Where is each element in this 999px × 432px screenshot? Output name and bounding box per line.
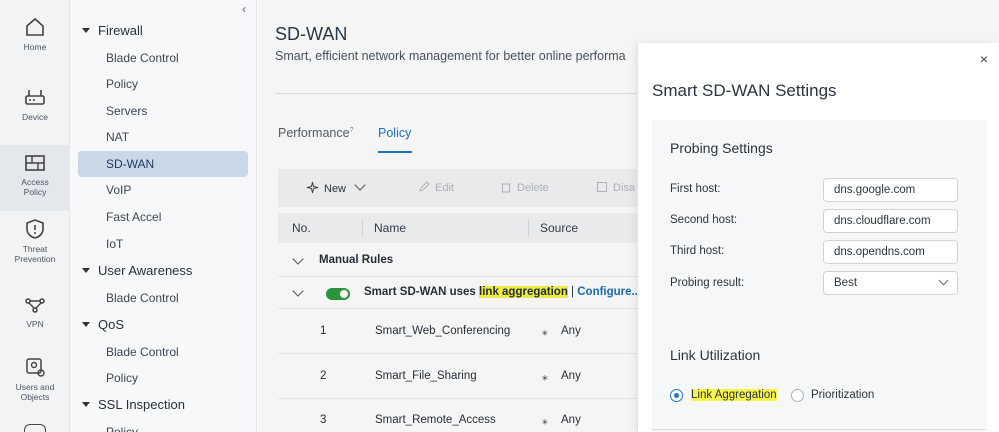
tree-item-fast-accel[interactable]: Fast Accel xyxy=(78,204,248,230)
tree-group-label: QoS xyxy=(98,317,125,332)
rail-access-policy[interactable]: Access Policy xyxy=(0,145,70,211)
link-aggregation-label[interactable]: Link Aggregation xyxy=(691,389,777,401)
tree-group-label: User Awareness xyxy=(98,263,193,278)
rail-label: Home xyxy=(23,42,47,52)
router-icon xyxy=(25,90,45,105)
tree-item-policy[interactable]: Policy xyxy=(78,71,248,97)
caret-down-icon xyxy=(82,322,90,327)
caret-down-icon xyxy=(82,28,90,33)
rail-label: Threat Prevention xyxy=(14,244,56,264)
divider xyxy=(652,429,986,430)
tree-item-iot[interactable]: IoT xyxy=(78,231,248,257)
firewall-icon xyxy=(25,155,45,171)
home-icon xyxy=(26,17,44,36)
smart-sdwan-settings-modal: × Smart SD-WAN Settings Probing Settings… xyxy=(637,43,999,432)
tree-item-ua-blade-control[interactable]: Blade Control xyxy=(78,285,248,311)
third-host-input[interactable]: dns.opendns.com xyxy=(823,240,958,264)
section-heading-probing: Probing Settings xyxy=(670,140,773,156)
tree-item-ssl-policy[interactable]: Policy xyxy=(78,419,248,432)
caret-down-icon xyxy=(82,402,90,407)
tree-item-servers[interactable]: Servers xyxy=(78,98,248,124)
second-host-input[interactable]: dns.cloudflare.com xyxy=(823,209,958,233)
chevron-down-icon xyxy=(938,275,949,286)
second-host-label: Second host: xyxy=(670,214,738,226)
tree-item-blade-control[interactable]: Blade Control xyxy=(78,45,248,71)
icon-rail: Home Device Access Policy Threat Prevent… xyxy=(0,0,70,432)
shield-icon xyxy=(26,219,44,239)
rail-home[interactable]: Home xyxy=(0,16,70,52)
first-host-label: First host: xyxy=(670,183,721,195)
section-heading-link-utilization: Link Utilization xyxy=(670,347,761,363)
tree-item-voip[interactable]: VoIP xyxy=(78,177,248,203)
rail-label: Access Policy xyxy=(21,177,49,197)
rail-label: Users and Objects xyxy=(15,382,55,402)
vpn-icon xyxy=(25,298,45,313)
tree-group-qos[interactable]: QoS xyxy=(82,312,124,338)
first-host-input[interactable]: dns.google.com xyxy=(823,178,958,202)
probing-result-select[interactable]: Best xyxy=(823,271,958,295)
rail-vpn[interactable]: VPN xyxy=(0,293,70,329)
tree-item-qos-blade-control[interactable]: Blade Control xyxy=(78,339,248,365)
collapse-icon[interactable]: ‹ xyxy=(242,2,246,16)
tree-item-nat[interactable]: NAT xyxy=(78,124,248,150)
caret-down-icon xyxy=(82,268,90,273)
prioritization-radio[interactable] xyxy=(791,389,804,402)
close-icon[interactable]: × xyxy=(980,51,988,67)
rail-label: Device xyxy=(22,112,48,122)
tree-nav: ‹ Firewall Blade Control Policy Servers … xyxy=(70,0,257,432)
rail-threat-prevention[interactable]: Threat Prevention xyxy=(0,218,70,264)
rail-device[interactable]: Device xyxy=(0,86,70,122)
rail-users-objects[interactable]: Users and Objects xyxy=(0,356,70,402)
settings-panel: Probing Settings First host: dns.google.… xyxy=(652,120,986,432)
link-aggregation-radio[interactable] xyxy=(670,389,683,402)
tree-group-label: Firewall xyxy=(98,23,143,38)
rail-more-icon xyxy=(24,424,46,432)
modal-title: Smart SD-WAN Settings xyxy=(652,81,837,100)
tree-group-user-awareness[interactable]: User Awareness xyxy=(82,258,192,284)
tree-group-ssl-inspection[interactable]: SSL Inspection xyxy=(82,392,185,418)
rail-label: VPN xyxy=(26,319,44,329)
tree-group-label: SSL Inspection xyxy=(98,397,185,412)
third-host-label: Third host: xyxy=(670,245,725,257)
tree-group-firewall[interactable]: Firewall xyxy=(82,18,143,44)
prioritization-label[interactable]: Prioritization xyxy=(811,389,874,401)
tree-item-qos-policy[interactable]: Policy xyxy=(78,365,248,391)
users-icon xyxy=(26,358,45,377)
tree-item-sdwan[interactable]: SD-WAN xyxy=(78,151,248,177)
probing-result-label: Probing result: xyxy=(670,277,745,289)
select-value: Best xyxy=(834,277,858,289)
